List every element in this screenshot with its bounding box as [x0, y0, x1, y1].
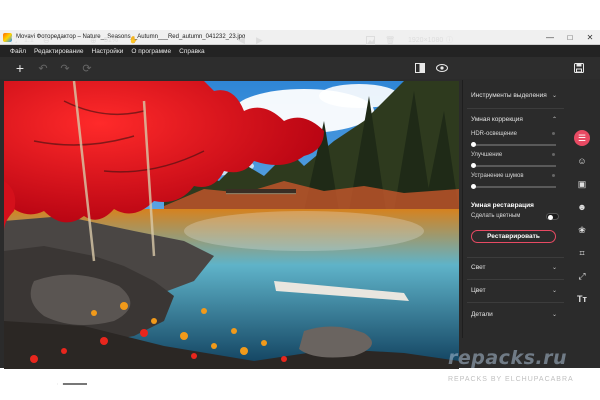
denoise-slider-handle[interactable]: [471, 184, 476, 189]
divider: [467, 302, 564, 303]
section-details[interactable]: Детали: [471, 311, 493, 318]
menu-about[interactable]: О программе: [131, 48, 171, 55]
reset-dot-icon[interactable]: [552, 132, 555, 135]
hdr-slider-label: HDR-освещение: [471, 131, 517, 137]
enhance-slider-label: Улучшение: [471, 152, 503, 158]
resize-icon[interactable]: ⤢: [574, 268, 590, 284]
image-size-label: 1920×1080: [408, 36, 444, 44]
plus-icon[interactable]: +: [12, 60, 28, 76]
section-color[interactable]: Цвет: [471, 287, 486, 294]
denoise-slider-label: Устранение шумов: [471, 173, 524, 179]
menu-settings[interactable]: Настройки: [92, 48, 124, 55]
face-icon[interactable]: ☻: [574, 199, 590, 215]
next-image-icon[interactable]: ▶: [256, 34, 263, 46]
chevron-down-icon[interactable]: ⌄: [552, 264, 557, 271]
section-light[interactable]: Свет: [471, 264, 485, 271]
zoom-in-icon[interactable]: ⊕: [90, 34, 97, 46]
photo-canvas[interactable]: [4, 81, 459, 369]
menu-edit[interactable]: Редактирование: [34, 48, 84, 55]
smart-restore-header: Умная реставрация: [471, 202, 534, 209]
settings-panel: Инструменты выделения ⌄ Умная коррекция …: [462, 80, 567, 338]
redo-icon[interactable]: ↷: [57, 60, 73, 76]
zoom-slider-handle[interactable]: [57, 381, 63, 387]
trash-icon[interactable]: 🗑: [385, 34, 395, 46]
zoom-ratio-button[interactable]: 1:1: [24, 34, 34, 46]
undo-icon[interactable]: ↶: [35, 60, 51, 76]
denoise-slider-track[interactable]: [472, 186, 556, 188]
menu-help[interactable]: Справка: [179, 48, 205, 55]
zoom-percent: 51%: [104, 36, 119, 44]
chevron-down-icon[interactable]: ⌄: [552, 287, 557, 294]
toolbar: + ↶ ↷ ⟳: [0, 57, 600, 79]
adjust-sliders-icon[interactable]: ☰: [574, 130, 590, 146]
effects-icon[interactable]: ❀: [574, 222, 590, 238]
maximize-button[interactable]: □: [560, 30, 580, 45]
text-icon[interactable]: Tт: [574, 291, 590, 307]
restore-button[interactable]: Реставрировать: [471, 230, 556, 243]
fit-screen-icon[interactable]: ⛶: [8, 34, 20, 46]
info-icon[interactable]: ⓘ: [446, 34, 453, 46]
divider: [467, 257, 564, 258]
selection-tools-header[interactable]: Инструменты выделения: [471, 92, 547, 99]
preview-eye-icon[interactable]: [434, 60, 450, 76]
make-color-toggle[interactable]: [546, 213, 559, 220]
reset-dot-icon[interactable]: [552, 153, 555, 156]
previous-image-icon[interactable]: ◀: [238, 34, 245, 46]
portrait-icon[interactable]: ☺: [574, 153, 590, 169]
divider: [467, 108, 564, 109]
chevron-down-icon[interactable]: ⌄: [552, 92, 557, 99]
tool-rail: ☰ ☺ ▣ ☻ ❀ ⌗ ⤢ Tт: [570, 80, 594, 338]
hdr-slider-track[interactable]: [472, 144, 556, 146]
crop-icon[interactable]: ⌗: [574, 245, 590, 261]
watermark-subtext: REPACKS BY ELCHUPACABRA: [448, 376, 574, 383]
reset-dot-icon[interactable]: [552, 174, 555, 177]
enhance-slider-track[interactable]: [472, 165, 556, 167]
smart-correction-header[interactable]: Умная коррекция: [471, 116, 523, 123]
image-gallery-icon[interactable]: [366, 34, 375, 46]
reset-icon[interactable]: ⟳: [79, 60, 95, 76]
minimize-button[interactable]: —: [540, 30, 560, 45]
autumn-lake-photo: [4, 81, 459, 369]
app-window: Movavi Фоторедактор – Nature__Seasons__A…: [0, 30, 600, 387]
watermark-text: repacks.ru: [448, 347, 567, 369]
hdr-slider-handle[interactable]: [471, 142, 476, 147]
menu-bar: Файл Редактирование Настройки О программ…: [0, 45, 600, 57]
divider: [467, 279, 564, 280]
layers-icon[interactable]: ▣: [574, 176, 590, 192]
chevron-down-icon[interactable]: ⌄: [552, 311, 557, 318]
close-button[interactable]: ✕: [580, 30, 600, 45]
hand-tool-icon[interactable]: ✋: [129, 34, 138, 46]
menu-file[interactable]: Файл: [10, 48, 26, 55]
make-color-label: Сделать цветным: [471, 213, 521, 219]
chevron-up-icon[interactable]: ⌃: [552, 116, 557, 123]
enhance-slider-handle[interactable]: [471, 163, 476, 168]
save-icon[interactable]: [571, 60, 587, 76]
zoom-out-icon[interactable]: ⊖: [43, 34, 50, 46]
compare-icon[interactable]: [412, 60, 428, 76]
